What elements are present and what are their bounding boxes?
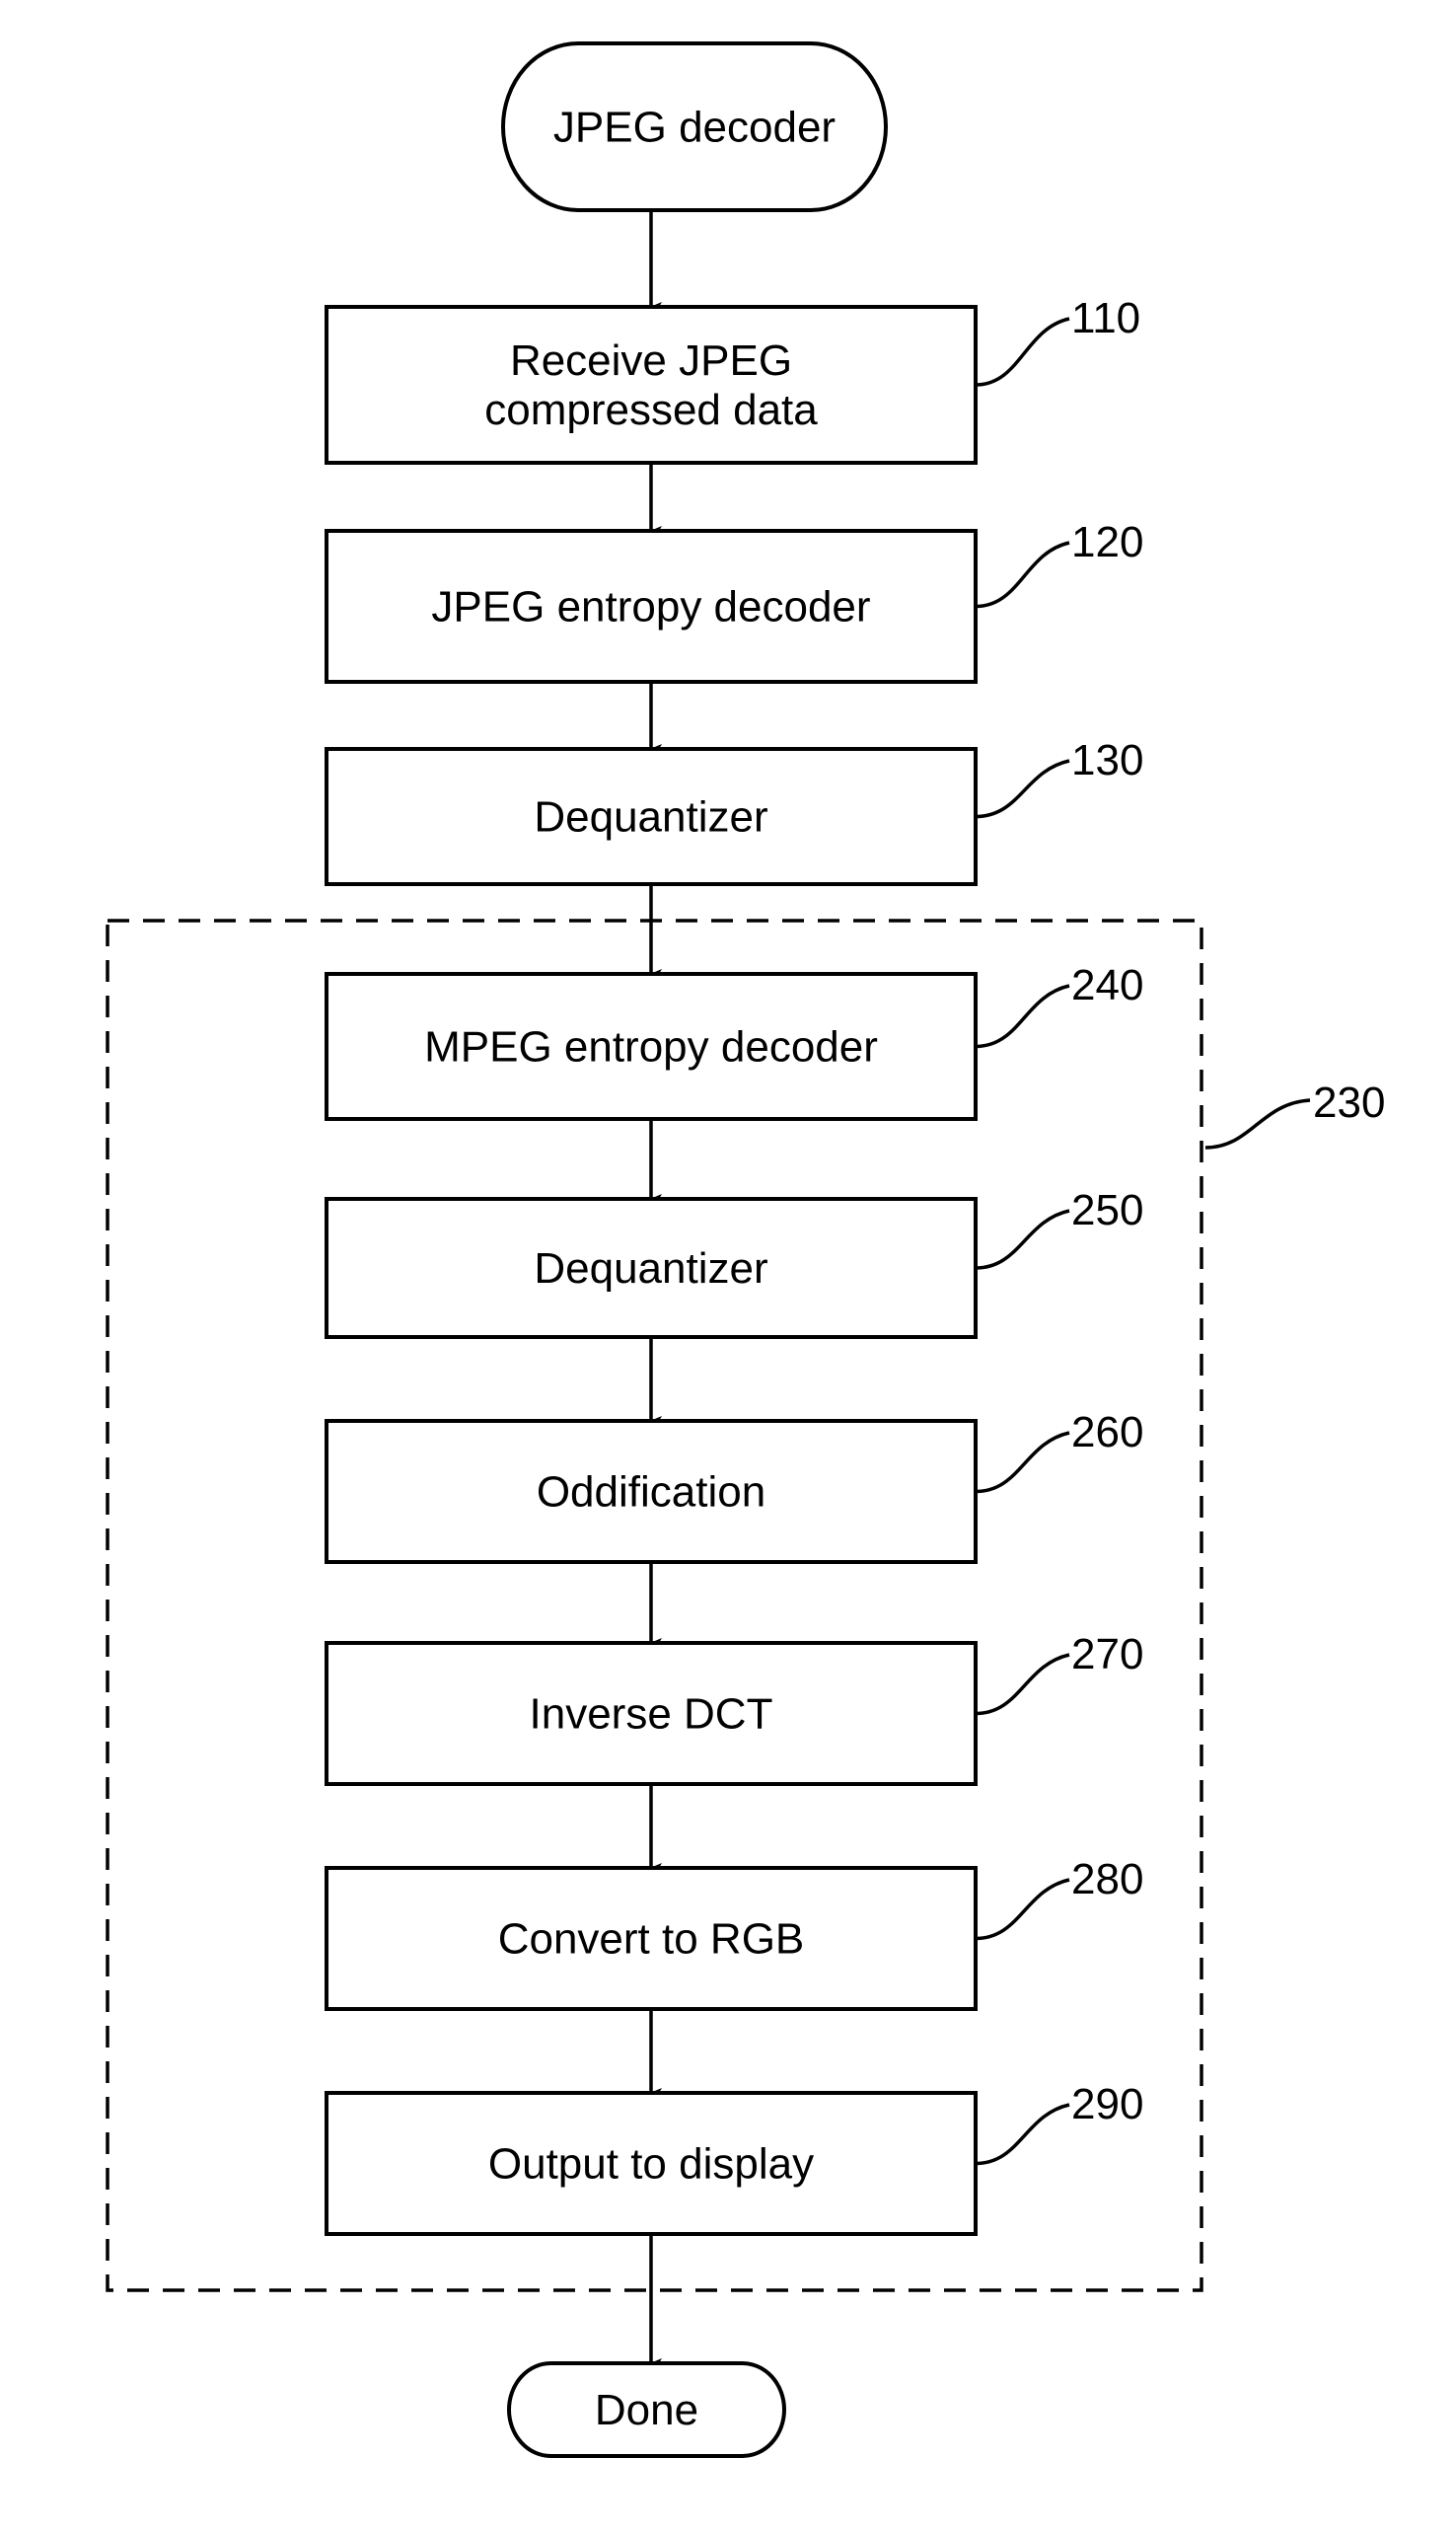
process-step-240: MPEG entropy decoder (325, 972, 978, 1121)
callout-line (975, 317, 1070, 387)
process-step-250: Dequantizer (325, 1197, 978, 1339)
process-box (325, 305, 978, 465)
end-terminator: Done (507, 2361, 786, 2458)
start-terminator: JPEG decoder (501, 41, 888, 212)
reference-number: 280 (1071, 1855, 1143, 1903)
process-step-110: Receive JPEGcompressed data (325, 305, 978, 465)
process-step-270: Inverse DCT (325, 1641, 978, 1786)
end-terminator-label: Done (595, 2386, 698, 2434)
callout-line (975, 759, 1070, 819)
callout-line (975, 1653, 1070, 1716)
reference-280: 280 (975, 1855, 1143, 1941)
process-label: Convert to RGB (498, 1915, 805, 1964)
reference-240: 240 (975, 961, 1143, 1049)
reference-number: 110 (1071, 294, 1140, 342)
callout-line (975, 541, 1070, 609)
start-terminator-label: JPEG decoder (553, 104, 836, 152)
flowchart: JPEG decoder Done Receive JPEGcompressed d… (106, 41, 1385, 2458)
process-step-130: Dequantizer (325, 747, 978, 886)
process-label: Inverse DCT (530, 1690, 773, 1739)
process-label: compressed data (484, 386, 818, 434)
callout-line (1204, 1098, 1311, 1150)
group-boundary-230 (106, 919, 1203, 2292)
process-label: MPEG entropy decoder (424, 1023, 878, 1072)
reference-number: 250 (1071, 1186, 1143, 1234)
callout-line (975, 1878, 1070, 1941)
process-step-260: Oddification (325, 1419, 978, 1564)
reference-290: 290 (975, 2080, 1143, 2166)
reference-number: 120 (1071, 518, 1143, 566)
reference-number: 130 (1071, 736, 1143, 784)
callout-line (975, 984, 1070, 1049)
process-label: Dequantizer (534, 793, 767, 842)
reference-270: 270 (975, 1630, 1143, 1716)
reference-120: 120 (975, 518, 1143, 609)
process-label: JPEG entropy decoder (431, 583, 870, 632)
reference-number: 240 (1071, 961, 1143, 1009)
reference-130: 130 (975, 736, 1143, 819)
callout-line (975, 2103, 1070, 2166)
process-step-280: Convert to RGB (325, 1866, 978, 2011)
callout-line (975, 1431, 1070, 1494)
process-label: Output to display (488, 2140, 814, 2189)
reference-260: 260 (975, 1408, 1143, 1494)
reference-number: 230 (1313, 1079, 1385, 1127)
reference-number: 260 (1071, 1408, 1143, 1456)
process-label: Dequantizer (534, 1244, 767, 1293)
callout-line (975, 1209, 1070, 1270)
process-step-290: Output to display (325, 2091, 978, 2236)
process-step-120: JPEG entropy decoder (325, 529, 978, 684)
reference-number: 290 (1071, 2080, 1143, 2128)
reference-250: 250 (975, 1186, 1143, 1270)
process-label: Receive JPEG (510, 336, 792, 385)
reference-110: 110 (975, 294, 1140, 387)
reference-230: 230 (1204, 1079, 1385, 1150)
reference-number: 270 (1071, 1630, 1143, 1678)
process-label: Oddification (537, 1468, 765, 1517)
